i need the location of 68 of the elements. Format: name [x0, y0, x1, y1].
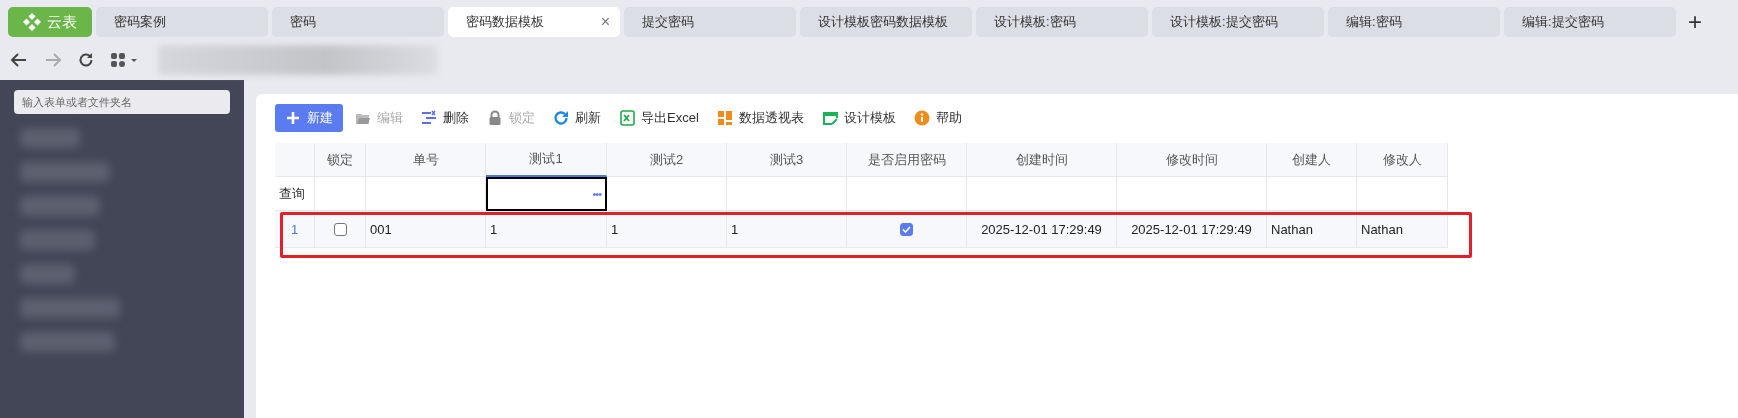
new-button[interactable]: 新建	[275, 104, 343, 132]
spreadsheet-icon	[619, 110, 635, 126]
column-header[interactable]: 测试1	[486, 143, 607, 177]
table-cell: Nathan	[1357, 211, 1448, 248]
query-cell[interactable]: •••	[486, 177, 607, 211]
design-icon	[821, 110, 838, 126]
table-cell: 1	[727, 211, 847, 248]
apps-icon[interactable]	[110, 52, 138, 68]
query-cell[interactable]	[1267, 177, 1357, 211]
plus-icon	[285, 110, 301, 126]
row-number: 1	[275, 211, 315, 248]
blurred-item	[20, 128, 80, 148]
tab[interactable]: 设计模板:提交密码	[1152, 7, 1324, 37]
column-header[interactable]: 是否启用密码	[847, 143, 967, 177]
column-header[interactable]: 创建人	[1267, 143, 1357, 177]
query-cell[interactable]	[315, 177, 366, 211]
query-cell[interactable]	[1357, 177, 1448, 211]
column-header[interactable]: 创建时间	[967, 143, 1117, 177]
toolbar-button[interactable]: 设计模板	[821, 109, 896, 127]
column-header[interactable]: 单号	[366, 143, 486, 177]
toolbar-button[interactable]: 导出Excel	[619, 109, 699, 127]
column-header[interactable]: 测试2	[607, 143, 727, 177]
lock-icon	[487, 110, 503, 126]
query-cell[interactable]	[366, 177, 486, 211]
header-cell	[275, 143, 315, 177]
pivot-table-icon	[716, 110, 733, 126]
tab[interactable]: 密码	[272, 7, 444, 37]
table-cell: 001	[366, 211, 486, 248]
close-icon[interactable]: ×	[600, 13, 610, 31]
list-delete-icon	[421, 110, 437, 126]
back-icon[interactable]	[10, 52, 28, 68]
search-field[interactable]: 输入表单或者文件夹名	[14, 90, 230, 114]
reload-icon[interactable]	[78, 52, 94, 68]
help-icon	[913, 110, 930, 126]
tab[interactable]: 设计模板密码数据模板	[800, 7, 972, 37]
query-cell[interactable]	[1117, 177, 1267, 211]
tab[interactable]: 设计模板:密码	[976, 7, 1148, 37]
tab[interactable]: 编辑:密码	[1328, 7, 1500, 37]
toolbar-button[interactable]: 刷新	[553, 109, 601, 127]
toolbar-button[interactable]: 数据透视表	[716, 109, 804, 127]
tab[interactable]: 密码数据模板 ×	[448, 7, 620, 37]
column-header[interactable]: 修改人	[1357, 143, 1448, 177]
checkbox[interactable]	[900, 222, 913, 236]
forward-icon[interactable]	[44, 52, 62, 68]
table-cell: 2025-12-01 17:29:49	[1117, 211, 1267, 248]
column-header[interactable]: 测试3	[727, 143, 847, 177]
blurred-item	[20, 264, 75, 284]
checkbox[interactable]	[333, 222, 347, 236]
table-cell: Nathan	[1267, 211, 1357, 248]
column-header[interactable]: 锁定	[315, 143, 366, 177]
query-cell[interactable]	[727, 177, 847, 211]
query-cell[interactable]	[967, 177, 1117, 211]
toolbar-button[interactable]: 帮助	[913, 109, 962, 127]
add-tab-button[interactable]: +	[1688, 10, 1702, 34]
more-icon[interactable]: •••	[592, 188, 601, 200]
table-cell: 1	[486, 211, 607, 248]
tab[interactable]: 提交密码	[624, 7, 796, 37]
query-cell[interactable]	[607, 177, 727, 211]
tab[interactable]: 密码案例	[96, 7, 268, 37]
query-label: 查询	[275, 177, 315, 211]
toolbar-button[interactable]: 删除	[421, 109, 469, 127]
refresh-icon	[553, 110, 569, 126]
query-cell[interactable]	[847, 177, 967, 211]
table-cell: 1	[607, 211, 727, 248]
column-header[interactable]: 修改时间	[1117, 143, 1267, 177]
table-cell: 2025-12-01 17:29:49	[967, 211, 1117, 248]
tab[interactable]: 编辑:提交密码	[1504, 7, 1676, 37]
logo-icon	[23, 13, 41, 31]
